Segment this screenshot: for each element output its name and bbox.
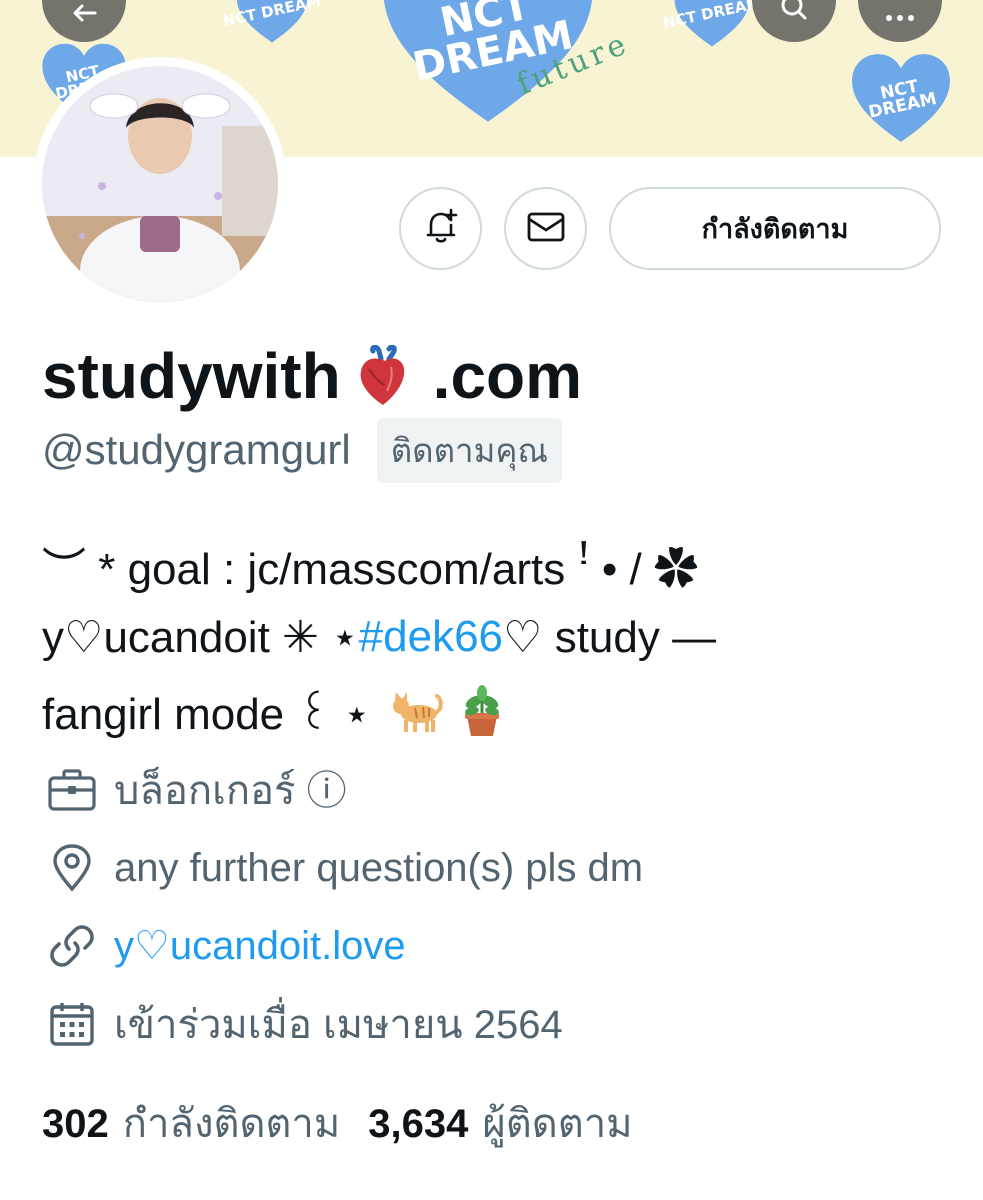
arrow-left-icon [71, 4, 97, 26]
category-label: บล็อกเกอร์ ⓘ [114, 769, 347, 813]
calendar-icon [44, 996, 100, 1052]
followers-count: 3,634 [368, 1102, 469, 1146]
link-icon [44, 918, 100, 974]
following-button[interactable]: กำลังติดตาม [609, 187, 941, 270]
bio-text: ︶ * goal : jc/masscom/arts ꜝ • / ✿ [42, 545, 699, 594]
bio-text: ♡ study — [503, 612, 717, 662]
potted-plant-emoji [455, 684, 509, 738]
user-handle: @studygramgurl [42, 426, 351, 473]
followers-stat[interactable]: 3,634 ผู้ติดตาม [368, 1091, 632, 1155]
banner-heart: NCT DREAM [660, 0, 764, 48]
profile-location: any further question(s) pls dm [44, 835, 643, 901]
profile-joined: เข้าร่วมเมื่อ เมษายน 2564 [44, 991, 563, 1057]
avatar[interactable] [33, 57, 287, 311]
follows-you-badge: ติดตามคุณ [376, 417, 563, 483]
avatar-photo [42, 66, 278, 302]
banner-heart: NCT DREAM [221, 0, 323, 44]
bio-line: ︶ * goal : jc/masscom/arts ꜝ • / ✿ [42, 530, 698, 600]
search-icon [779, 0, 809, 26]
following-stat[interactable]: 302 กำลังติดตาม [42, 1091, 340, 1155]
display-name: studywith .com [42, 336, 582, 416]
website-link[interactable]: y♡ucandoit.love [114, 923, 406, 969]
envelope-icon [526, 211, 566, 247]
joined-date: เข้าร่วมเมื่อ เมษายน 2564 [114, 1003, 563, 1047]
profile-category[interactable]: บล็อกเกอร์ ⓘ [44, 757, 347, 823]
following-count: 302 [42, 1102, 109, 1146]
followers-label: ผู้ติดตาม [482, 1102, 633, 1146]
profile-website[interactable]: y♡ucandoit.love [44, 913, 406, 979]
follow-stats: 302 กำลังติดตาม 3,634 ผู้ติดตาม [42, 1092, 633, 1154]
message-button[interactable] [504, 187, 587, 270]
display-name-domain: .com [432, 340, 583, 412]
bell-plus-icon [421, 207, 461, 251]
bio-text: fangirl mode ꒰ ⋆ [42, 690, 371, 739]
bio-line: fangirl mode ꒰ ⋆ [42, 676, 509, 746]
anatomical-heart-emoji [355, 344, 411, 407]
location-text: any further question(s) pls dm [114, 845, 644, 890]
banner-heart: NCT DREAM [850, 52, 952, 144]
bio-line: y♡ucandoit ✳ ⋆ #dek66 ♡ study — [42, 602, 716, 672]
handle-row: @studygramgurl ติดตามคุณ [42, 417, 563, 483]
location-pin-icon [44, 840, 100, 896]
briefcase-icon [44, 762, 100, 818]
cat-emoji [391, 684, 445, 738]
bio-text: y♡ucandoit ✳ ⋆ [42, 612, 359, 662]
more-horizontal-icon [885, 7, 915, 26]
following-label: กำลังติดตาม [122, 1102, 341, 1146]
notifications-button[interactable] [399, 187, 482, 270]
display-name-text: studywith [42, 340, 341, 412]
bio-hashtag-link[interactable]: #dek66 [359, 612, 503, 662]
